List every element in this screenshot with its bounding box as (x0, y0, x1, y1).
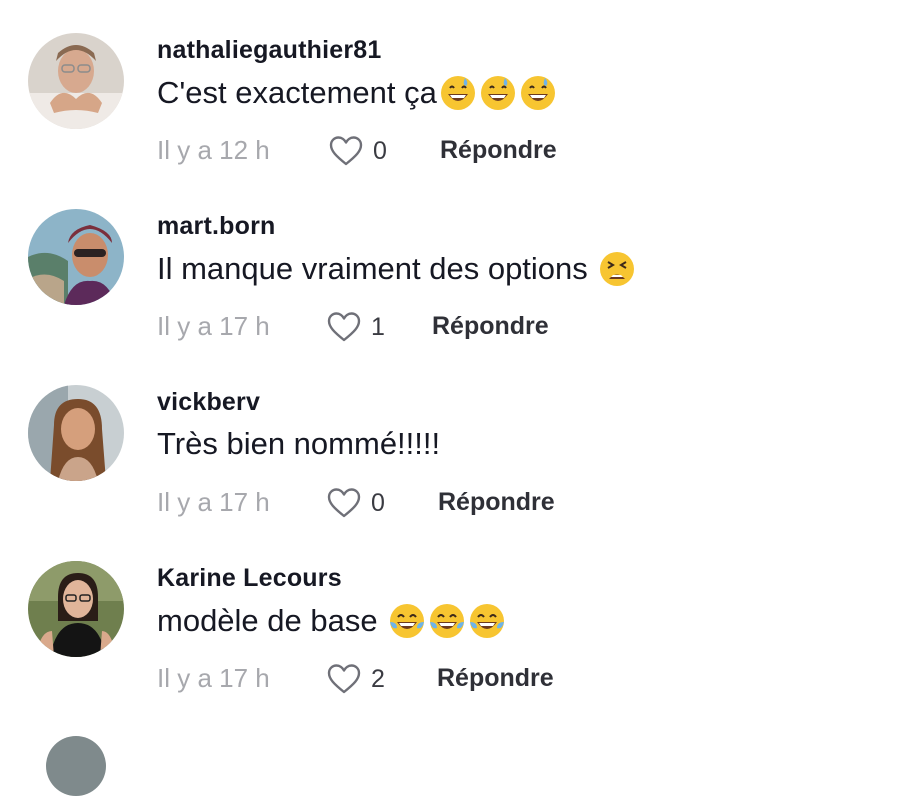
grinning-sweat-emoji (439, 74, 477, 112)
reply-button[interactable]: Répondre (438, 488, 555, 517)
comment-item: Karine Lecours modèle de base Il y a 17 … (0, 528, 904, 704)
like-count: 0 (371, 488, 385, 517)
grinning-sweat-emoji (519, 74, 557, 112)
comment-username[interactable]: nathaliegauthier81 (157, 36, 382, 65)
comment-body: modèle de base (157, 603, 387, 638)
comment-text: modèle de base (157, 602, 506, 640)
comment-text: Il manque vraiment des options (157, 250, 636, 288)
comment-meta: Il y a 17 h 1 Répondre (157, 307, 857, 347)
avatar[interactable] (28, 385, 124, 481)
comment-meta: Il y a 17 h 0 Répondre (157, 483, 857, 523)
reply-button[interactable]: Répondre (440, 136, 557, 165)
comment-meta: Il y a 12 h 0 Répondre (157, 131, 857, 171)
comment-username[interactable]: Karine Lecours (157, 564, 342, 593)
like-button[interactable]: 1 (326, 307, 385, 347)
comment-body: Il manque vraiment des options (157, 251, 597, 286)
like-button[interactable]: 2 (326, 659, 385, 699)
comment-item: nathaliegauthier81 C'est exactement ça I… (0, 0, 904, 176)
comment-meta: Il y a 17 h 2 Répondre (157, 659, 857, 699)
grinning-sweat-emoji (479, 74, 517, 112)
heart-icon (328, 135, 364, 167)
comment-item: mart.born Il manque vraiment des options… (0, 176, 904, 352)
comment-text: Très bien nommé!!!!! (157, 426, 440, 462)
like-button[interactable]: 0 (326, 483, 385, 523)
comment-time: Il y a 17 h (157, 311, 270, 341)
like-count: 2 (371, 664, 385, 693)
avatar[interactable] (28, 561, 124, 657)
heart-icon (326, 311, 362, 343)
comment-time: Il y a 17 h (157, 487, 270, 517)
avatar[interactable] (46, 736, 106, 796)
like-button[interactable]: 0 (328, 131, 387, 171)
comment-username[interactable]: mart.born (157, 212, 275, 241)
reply-button[interactable]: Répondre (432, 312, 549, 341)
comment-time: Il y a 12 h (157, 135, 270, 165)
comment-body: C'est exactement ça (157, 75, 437, 110)
tears-of-joy-emoji (468, 602, 506, 640)
heart-icon (326, 663, 362, 695)
comment-username[interactable]: vickberv (157, 388, 260, 417)
comment-text: C'est exactement ça (157, 74, 557, 112)
avatar[interactable] (28, 33, 124, 129)
heart-icon (326, 487, 362, 519)
comment-body: Très bien nommé!!!!! (157, 426, 441, 461)
tired-face-emoji (598, 250, 636, 288)
like-count: 0 (373, 136, 387, 165)
reply-button[interactable]: Répondre (437, 664, 554, 693)
tears-of-joy-emoji (388, 602, 426, 640)
tears-of-joy-emoji (428, 602, 466, 640)
avatar[interactable] (28, 209, 124, 305)
comment-item: vickberv Très bien nommé!!!!! Il y a 17 … (0, 352, 904, 528)
comment-time: Il y a 17 h (157, 663, 270, 693)
like-count: 1 (371, 312, 385, 341)
